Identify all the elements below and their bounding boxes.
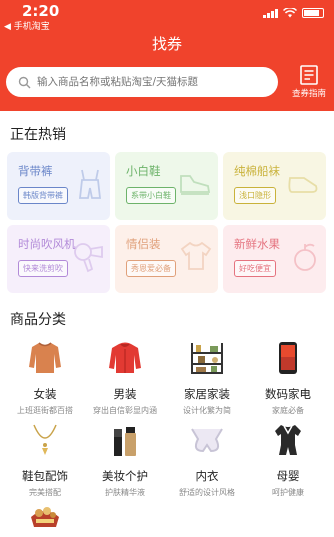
category-item[interactable]: 家居家装 设计化繁为简 [167,340,247,416]
search-bar[interactable] [6,67,278,97]
hot-item[interactable]: 纯棉船袜 浅口隐形 [223,152,326,220]
hot-item-name: 时尚吹风机 [18,237,76,251]
category-name: 数码家电 [265,387,311,401]
sweater-icon [29,342,61,373]
category-name: 鞋包配饰 [22,469,68,483]
page-title: 找券 [151,35,182,53]
header-bar: 2:20 ◀ 手机淘宝 找券 查券指南 [0,0,334,111]
hot-item[interactable]: 背带裤 韩版背带裤 [7,152,110,220]
category-item[interactable]: 男装 穿出自信彰显内涵 [85,340,165,416]
status-time: 2:20 [22,2,60,20]
back-to-taobao-link[interactable]: ◀ 手机淘宝 [4,19,50,32]
category-item[interactable] [5,497,85,537]
phone-icon [279,342,297,374]
status-icons [263,8,324,18]
hot-item[interactable]: 小白鞋 系带小白鞋 [115,152,218,220]
category-name: 家居家装 [184,387,230,401]
category-item[interactable]: 鞋包配饰 完美搭配 [5,422,85,498]
category-name: 女装 [33,387,57,401]
category-item[interactable]: 美妆个护 护肤精华液 [85,422,165,498]
hot-item[interactable]: 时尚吹风机 快来洗剪吹 [7,225,110,293]
document-list-icon [300,65,318,85]
shelf-icon [191,343,223,374]
category-subtitle: 护肤精华液 [105,488,145,497]
snack-icon [31,507,59,527]
hot-item-tag: 系带小白鞋 [126,187,176,204]
hot-item-name: 纯棉船袜 [234,164,280,178]
category-name: 母婴 [276,469,300,483]
overalls-icon [78,169,102,199]
category-item[interactable]: 母婴 呵护健康 [248,422,328,498]
category-subtitle: 设计化繁为简 [183,406,231,415]
category-section-title: 商品分类 [10,312,66,328]
category-item[interactable]: 内衣 舒适的设计风格 [167,422,247,498]
category-subtitle: 舒适的设计风格 [179,488,235,497]
category-subtitle: 上班逛街都百搭 [17,406,73,415]
fruit-icon [294,243,316,271]
hot-item-tag: 好吃便宜 [234,260,276,277]
category-subtitle: 家庭必备 [272,406,304,415]
hot-item-name: 新鲜水果 [234,237,280,251]
category-item[interactable]: 数码家电 家庭必备 [248,340,328,416]
hot-item-name: 小白鞋 [126,164,161,178]
signal-icon [263,9,278,18]
baby-clothes-icon [275,425,301,455]
category-name: 男装 [113,387,137,401]
hot-item-name: 情侣装 [126,237,161,251]
hairdryer-icon [74,243,103,273]
hot-item-tag: 浅口隐形 [234,187,276,204]
wifi-icon [283,8,297,18]
category-subtitle: 穿出自信彰显内涵 [93,406,157,415]
hot-item[interactable]: 情侣装 秀恩爱必备 [115,225,218,293]
search-icon [18,76,31,88]
hot-item-tag: 快来洗剪吹 [18,260,68,277]
search-input[interactable] [37,76,267,88]
category-name: 美妆个护 [102,469,148,483]
hot-item[interactable]: 新鲜水果 好吃便宜 [223,225,326,293]
coupon-guide-label: 查券指南 [291,89,326,99]
bra-icon [191,428,223,453]
tshirt-icon [180,241,212,270]
coupon-guide-button[interactable]: 查券指南 [287,65,331,99]
category-subtitle: 呵护健康 [272,488,304,497]
hot-item-name: 背带裤 [18,164,53,178]
necklace-icon [33,424,57,455]
hot-item-tag: 韩版背带裤 [18,187,68,204]
category-item[interactable]: 女装 上班逛街都百搭 [5,340,85,416]
sock-icon [288,177,318,193]
hot-item-tag: 秀恩爱必备 [126,260,176,277]
category-name: 内衣 [195,469,219,483]
sneaker-icon [180,175,211,195]
battery-icon [302,8,324,18]
jacket-icon [109,342,141,373]
cosmetics-icon [114,427,136,456]
hot-section-title: 正在热销 [10,127,66,143]
